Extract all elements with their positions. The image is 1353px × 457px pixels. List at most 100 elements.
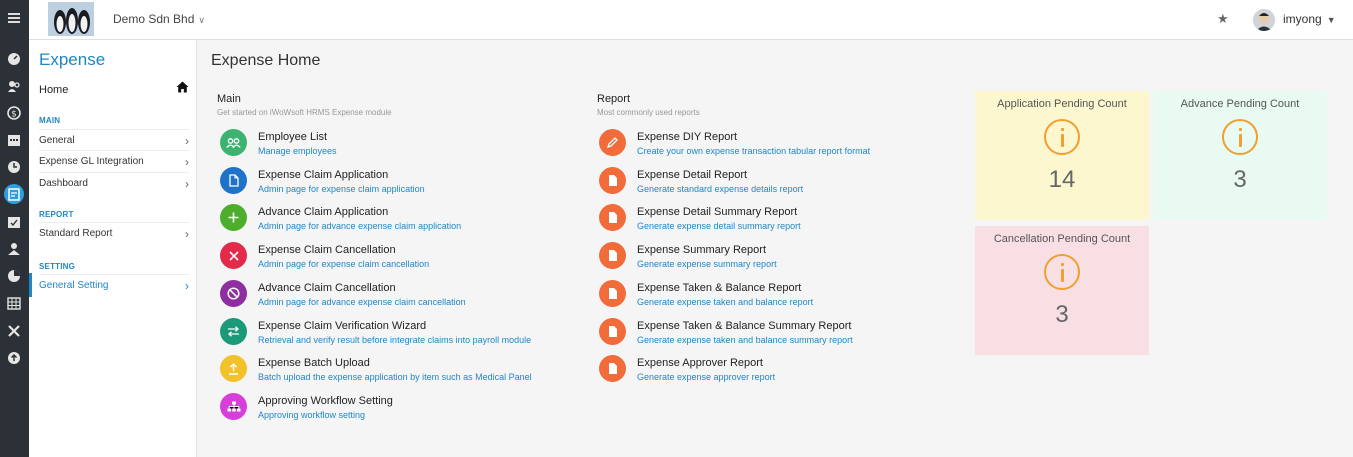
menu-item-standard-report[interactable]: Standard Report ›: [39, 222, 189, 244]
user-search-icon[interactable]: [4, 76, 24, 96]
hamburger-icon[interactable]: [4, 8, 24, 28]
calendar-icon[interactable]: [4, 130, 24, 150]
menu-item-label: Standard Report: [39, 228, 113, 239]
ban-icon: [220, 280, 247, 307]
upload-circle-icon[interactable]: [4, 348, 24, 368]
item-subtitle-link[interactable]: Generate expense detail summary report: [637, 221, 801, 231]
item-employee-list[interactable]: Employee List Manage employees: [220, 129, 580, 163]
avatar[interactable]: [1253, 9, 1275, 31]
caret-down-icon: ▼: [1326, 15, 1336, 25]
home-icon: [176, 81, 189, 96]
item-subtitle-link[interactable]: Retrieval and verify result before integ…: [258, 335, 531, 345]
main-subtitle: Get started on iWoWsoft HRMS Expense mod…: [217, 108, 392, 117]
item-subtitle-link[interactable]: Generate expense approver report: [637, 372, 775, 382]
item-title: Expense DIY Report: [637, 131, 738, 143]
star-icon[interactable]: ★: [1217, 11, 1229, 27]
info-icon: [1222, 119, 1258, 155]
company-logo[interactable]: [48, 2, 94, 36]
item-expense-claim-verification-wizard[interactable]: Expense Claim Verification Wizard Retrie…: [220, 318, 580, 352]
item-title: Approving Workflow Setting: [258, 395, 393, 407]
item-subtitle-link[interactable]: Generate expense taken and balance repor…: [637, 297, 813, 307]
item-subtitle-link[interactable]: Generate standard expense details report: [637, 184, 803, 194]
module-title: Expense: [39, 50, 106, 69]
item-expense-claim-cancellation[interactable]: Expense Claim Cancellation Admin page fo…: [220, 242, 580, 276]
info-icon: [1044, 119, 1080, 155]
document-icon: [599, 242, 626, 269]
card-title: Advance Pending Count: [1180, 98, 1300, 110]
left-menu: Expense Home MAIN General › Expense GL In…: [29, 40, 197, 457]
card-value: 3: [1055, 301, 1069, 328]
info-icon: [1044, 254, 1080, 290]
item-subtitle-link[interactable]: Manage employees: [258, 146, 337, 156]
report-expense-detail-report[interactable]: Expense Detail Report Generate standard …: [599, 167, 939, 201]
pie-chart-icon[interactable]: [4, 266, 24, 286]
chevron-right-icon: ›: [185, 155, 189, 169]
training-icon[interactable]: [4, 239, 24, 259]
item-advance-claim-cancellation[interactable]: Advance Claim Cancellation Admin page fo…: [220, 280, 580, 314]
chevron-right-icon: ›: [185, 279, 189, 293]
user-menu[interactable]: imyong ▼: [1283, 12, 1336, 26]
card-value: 3: [1233, 166, 1247, 193]
item-title: Expense Detail Summary Report: [637, 206, 798, 218]
document-icon: [599, 355, 626, 382]
tools-icon[interactable]: [4, 321, 24, 341]
report-expense-summary-report[interactable]: Expense Summary Report Generate expense …: [599, 242, 939, 276]
item-subtitle-link[interactable]: Batch upload the expense application by …: [258, 372, 532, 382]
item-title: Advance Claim Cancellation: [258, 282, 396, 294]
item-title: Advance Claim Application: [258, 206, 389, 218]
top-bar: Demo Sdn Bhd ∨ ★ imyong ▼: [29, 0, 1353, 40]
menu-item-general[interactable]: General ›: [39, 129, 189, 151]
item-subtitle-link[interactable]: Generate expense taken and balance summa…: [637, 335, 853, 345]
item-subtitle-link[interactable]: Admin page for advance expense claim can…: [258, 297, 466, 307]
item-expense-batch-upload[interactable]: Expense Batch Upload Batch upload the ex…: [220, 355, 580, 389]
document-icon: [599, 280, 626, 307]
swap-icon: [220, 318, 247, 345]
card-application-pending[interactable]: Application Pending Count 14: [975, 91, 1149, 220]
item-title: Expense Claim Verification Wizard: [258, 320, 427, 332]
report-expense-taken-balance-summary-report[interactable]: Expense Taken & Balance Summary Report G…: [599, 318, 939, 352]
document-icon: [599, 204, 626, 231]
item-subtitle-link[interactable]: Approving workflow setting: [258, 410, 365, 420]
company-switcher[interactable]: Demo Sdn Bhd ∨: [113, 12, 205, 26]
report-expense-taken-balance-report[interactable]: Expense Taken & Balance Report Generate …: [599, 280, 939, 314]
report-expense-diy-report[interactable]: Expense DIY Report Create your own expen…: [599, 129, 939, 163]
menu-item-dashboard[interactable]: Dashboard ›: [39, 173, 189, 195]
chevron-right-icon: ›: [185, 227, 189, 241]
menu-home[interactable]: Home: [39, 81, 189, 96]
item-subtitle-link[interactable]: Admin page for advance expense claim app…: [258, 221, 461, 231]
upload-icon: [220, 355, 247, 382]
menu-item-expense-gl-integration[interactable]: Expense GL Integration ›: [39, 151, 189, 173]
calendar-check-icon[interactable]: [4, 212, 24, 232]
item-title: Expense Claim Application: [258, 169, 389, 181]
section-report: REPORT: [39, 210, 74, 219]
chevron-down-icon: ∨: [198, 15, 205, 25]
report-subtitle: Most commonly used reports: [597, 108, 700, 117]
item-advance-claim-application[interactable]: Advance Claim Application Admin page for…: [220, 204, 580, 238]
clock-icon[interactable]: [4, 157, 24, 177]
svg-text:$: $: [11, 110, 17, 120]
item-title: Expense Summary Report: [637, 244, 766, 256]
dashboard-icon[interactable]: [4, 49, 24, 69]
menu-item-general-setting[interactable]: General Setting ›: [39, 274, 189, 296]
item-expense-claim-application[interactable]: Expense Claim Application Admin page for…: [220, 167, 580, 201]
report-heading: Report: [597, 93, 631, 105]
expense-module-icon[interactable]: [4, 184, 24, 204]
item-title: Expense Taken & Balance Report: [637, 282, 802, 294]
card-value: 14: [1048, 166, 1076, 193]
item-subtitle-link[interactable]: Generate expense summary report: [637, 259, 777, 269]
item-approving-workflow-setting[interactable]: Approving Workflow Setting Approving wor…: [220, 393, 580, 427]
document-icon: [220, 167, 247, 194]
report-expense-approver-report[interactable]: Expense Approver Report Generate expense…: [599, 355, 939, 389]
table-icon[interactable]: [4, 293, 24, 313]
item-title: Expense Approver Report: [637, 357, 763, 369]
money-icon[interactable]: $: [4, 103, 24, 123]
users-icon: [220, 129, 247, 156]
report-expense-detail-summary-report[interactable]: Expense Detail Summary Report Generate e…: [599, 204, 939, 238]
chevron-right-icon: ›: [185, 134, 189, 148]
card-cancellation-pending[interactable]: Cancellation Pending Count 3: [975, 226, 1149, 355]
item-subtitle-link[interactable]: Admin page for expense claim application: [258, 184, 425, 194]
item-subtitle-link[interactable]: Create your own expense transaction tabu…: [637, 146, 870, 156]
card-advance-pending[interactable]: Advance Pending Count 3: [1153, 91, 1327, 220]
item-subtitle-link[interactable]: Admin page for expense claim cancellatio…: [258, 259, 429, 269]
page-title: Expense Home: [211, 52, 321, 69]
